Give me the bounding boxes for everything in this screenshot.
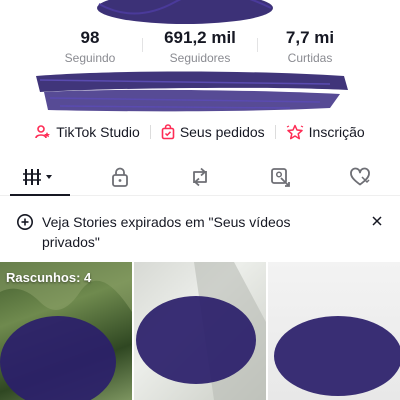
video-tile[interactable]	[134, 262, 266, 400]
followers-count: 691,2 mil	[164, 28, 236, 47]
redacted-username-scribble	[97, 0, 273, 24]
stat-divider	[257, 38, 258, 52]
subscription-link[interactable]: Inscrição	[286, 124, 365, 140]
stat-likes[interactable]: 7,7 mi Curtidas	[260, 28, 360, 68]
video-grid: Rascunhos: 4	[0, 262, 400, 400]
redacted-thumbnail-scribble	[274, 316, 400, 396]
likes-label: Curtidas	[287, 51, 333, 65]
orders-label: Seus pedidos	[179, 124, 265, 140]
following-count: 98	[80, 28, 100, 47]
chevron-down-icon	[46, 174, 52, 179]
lock-icon	[112, 167, 128, 187]
add-circle-icon	[17, 214, 33, 230]
link-divider	[149, 125, 151, 139]
grid-icon	[23, 168, 52, 185]
tab-videos[interactable]	[0, 158, 80, 195]
studio-person-icon	[35, 125, 51, 139]
redacted-thumbnail-scribble	[136, 262, 266, 400]
tab-liked[interactable]	[320, 158, 400, 195]
profile-tabs	[0, 158, 400, 196]
tab-tagged[interactable]	[240, 158, 320, 195]
orders-link[interactable]: Seus pedidos	[161, 124, 265, 140]
stat-divider	[142, 38, 143, 52]
tiktok-studio-label: TikTok Studio	[56, 124, 140, 140]
subscription-label: Inscrição	[308, 124, 365, 140]
drafts-tile[interactable]: Rascunhos: 4	[0, 262, 132, 400]
repost-icon	[193, 167, 207, 186]
redacted-bio-scribble	[36, 71, 348, 112]
liked-icon	[350, 167, 370, 185]
stat-followers[interactable]: 691,2 mil Seguidores	[142, 28, 258, 68]
following-label: Seguindo	[64, 51, 116, 65]
tiktok-studio-link[interactable]: TikTok Studio	[35, 124, 140, 140]
tab-private[interactable]	[80, 158, 160, 195]
banner-text: Veja Stories expirados em "Seus vídeos p…	[42, 214, 291, 250]
profile-links: TikTok Studio Seus pedidos Inscrição	[0, 122, 400, 142]
tagged-icon	[271, 167, 290, 187]
expired-stories-banner[interactable]: Veja Stories expirados em "Seus vídeos p…	[0, 210, 400, 254]
drafts-label: Rascunhos: 4	[6, 270, 92, 285]
tab-reposts[interactable]	[160, 158, 240, 195]
likes-count: 7,7 mi	[285, 28, 335, 47]
subscription-star-icon	[286, 124, 303, 140]
close-icon[interactable]	[370, 214, 384, 228]
profile-stats: 98 Seguindo 691,2 mil Seguidores 7,7 mi …	[40, 28, 360, 68]
video-tile[interactable]	[268, 262, 400, 400]
stat-following[interactable]: 98 Seguindo	[40, 28, 140, 68]
shopping-bag-icon	[161, 124, 175, 140]
followers-label: Seguidores	[169, 51, 231, 65]
link-divider	[274, 125, 276, 139]
